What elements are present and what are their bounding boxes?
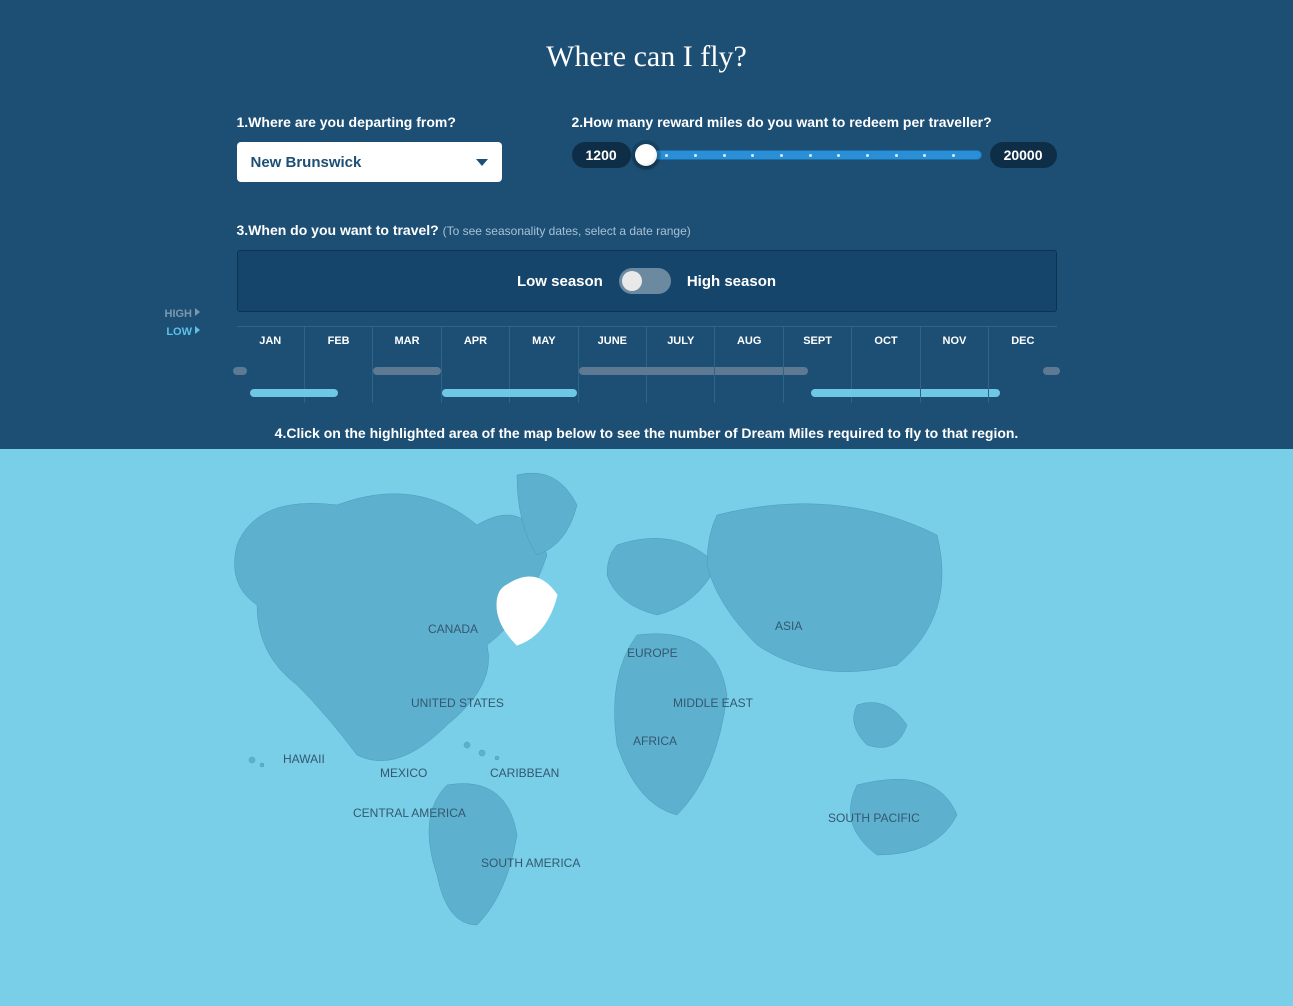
q3-label: 3.When do you want to travel? (To see se… [237, 222, 1057, 238]
toggle-knob [622, 271, 642, 291]
season-toggle-box: Low season High season [237, 250, 1057, 312]
month-may[interactable]: MAY [510, 327, 578, 403]
region-south-america[interactable]: SOUTH AMERICA [481, 856, 580, 870]
month-nov[interactable]: NOV [921, 327, 989, 403]
region-europe[interactable]: EUROPE [627, 646, 678, 660]
month-oct[interactable]: OCT [852, 327, 920, 403]
month-row[interactable]: JAN FEB MAR APR MAY [237, 326, 1057, 403]
chevron-down-icon [476, 159, 488, 166]
month-feb[interactable]: FEB [305, 327, 373, 403]
month-mar[interactable]: MAR [373, 327, 441, 403]
season-legend: HIGH LOW [165, 308, 201, 338]
region-united-states[interactable]: UNITED STATES [411, 696, 504, 710]
month-jan[interactable]: JAN [237, 327, 305, 403]
departure-value: New Brunswick [251, 154, 362, 171]
world-map-section: CANADA UNITED STATES HAWAII MEXICO CENTR… [0, 449, 1293, 1006]
region-asia[interactable]: ASIA [775, 619, 802, 633]
region-canada[interactable]: CANADA [428, 622, 478, 636]
region-hawaii[interactable]: HAWAII [283, 752, 325, 766]
low-season-label: Low season [517, 273, 603, 290]
month-jun[interactable]: JUNE [579, 327, 647, 403]
q1-label: 1.Where are you departing from? [237, 114, 502, 130]
departure-dropdown[interactable]: New Brunswick [237, 142, 502, 182]
season-toggle[interactable] [619, 268, 671, 294]
miles-max-pill: 20000 [990, 142, 1057, 168]
legend-high: HIGH [165, 308, 201, 320]
region-mexico[interactable]: MEXICO [380, 766, 427, 780]
month-jul[interactable]: JULY [647, 327, 715, 403]
q2-label: 2.How many reward miles do you want to r… [572, 114, 1057, 130]
month-sep[interactable]: SEPT [784, 327, 852, 403]
month-apr[interactable]: APR [442, 327, 510, 403]
q4-label: 4.Click on the highlighted area of the m… [237, 425, 1057, 449]
region-africa[interactable]: AFRICA [633, 734, 677, 748]
slider-thumb[interactable] [635, 144, 657, 166]
region-middle-east[interactable]: MIDDLE EAST [673, 696, 753, 710]
month-aug[interactable]: AUG [715, 327, 783, 403]
legend-low: LOW [165, 326, 201, 338]
q3-label-text: 3.When do you want to travel? [237, 222, 439, 238]
miles-slider[interactable] [639, 150, 982, 160]
world-map[interactable] [217, 455, 1077, 945]
month-dec[interactable]: DEC [989, 327, 1056, 403]
page-title: Where can I fly? [0, 40, 1293, 74]
q3-sublabel: (To see seasonality dates, select a date… [443, 224, 691, 238]
region-central-america[interactable]: CENTRAL AMERICA [353, 806, 466, 820]
region-caribbean[interactable]: CARIBBEAN [490, 766, 559, 780]
region-south-pacific[interactable]: SOUTH PACIFIC [828, 811, 920, 825]
slider-ticks [640, 151, 981, 159]
high-season-label: High season [687, 273, 776, 290]
miles-min-pill: 1200 [572, 142, 631, 168]
